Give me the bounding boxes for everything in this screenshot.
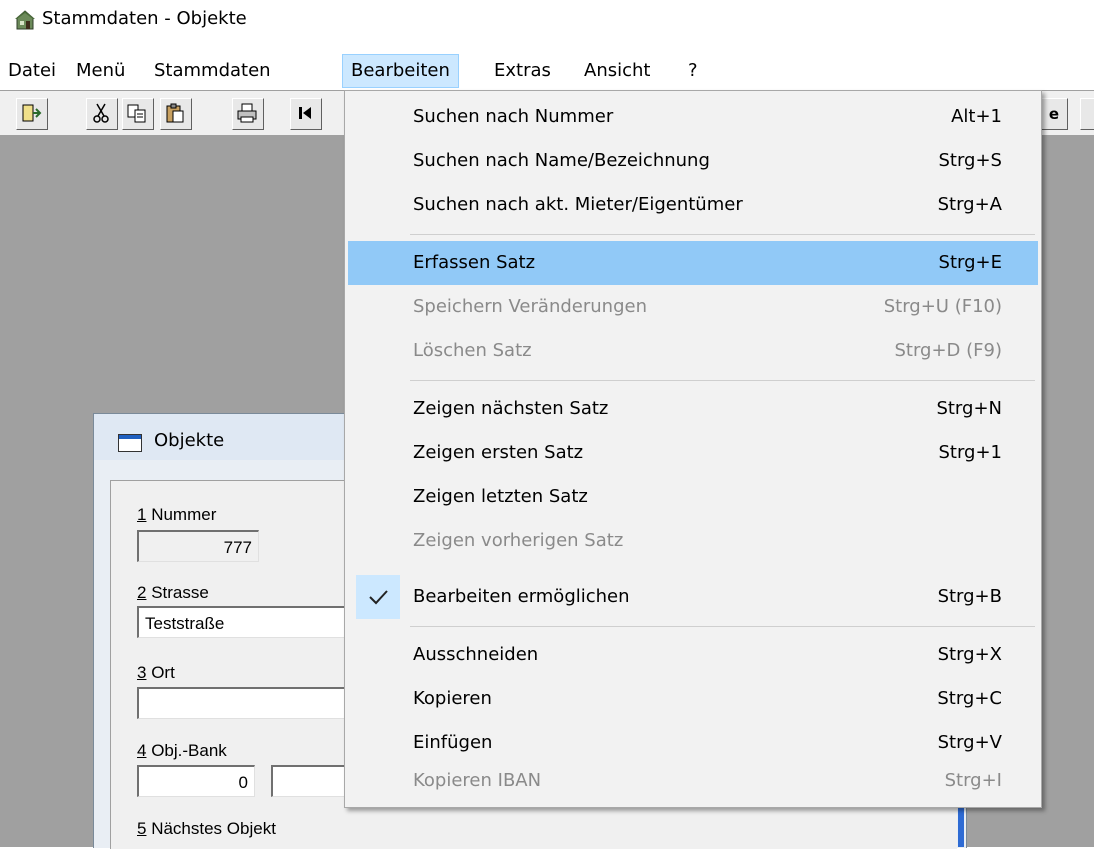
toolbar-partial-button-2[interactable] <box>1080 98 1094 130</box>
field-label-obj-bank: 4 Obj.-Bank <box>137 741 227 760</box>
menu-help[interactable]: ? <box>680 54 706 88</box>
menu-item-speichern[interactable]: Speichern Veränderungen Strg+U (F10) <box>348 285 1038 329</box>
objekte-window-title: Objekte <box>154 430 225 451</box>
menu-item-label: Suchen nach Nummer <box>413 106 614 127</box>
menu-menue[interactable]: Menü <box>68 54 133 88</box>
menu-item-suchen-name[interactable]: Suchen nach Name/Bezeichnung Strg+S <box>348 139 1038 183</box>
menu-separator <box>410 234 1035 235</box>
menu-extras[interactable]: Extras <box>486 54 559 88</box>
paste-icon <box>166 103 184 123</box>
copy-icon <box>127 104 146 123</box>
menu-item-label: Suchen nach Name/Bezeichnung <box>413 150 710 171</box>
print-icon <box>237 103 257 123</box>
menu-item-shortcut: Strg+I <box>944 770 1002 791</box>
menu-item-shortcut: Strg+D (F9) <box>894 340 1002 361</box>
menu-item-label: Ausschneiden <box>413 644 539 665</box>
menu-item-kopieren[interactable]: Kopieren Strg+C <box>348 677 1038 721</box>
menu-item-shortcut: Strg+E <box>938 252 1002 273</box>
menu-item-label: Zeigen vorherigen Satz <box>413 530 624 551</box>
menu-datei[interactable]: Datei <box>0 54 64 88</box>
menu-item-shortcut: Strg+U (F10) <box>883 296 1002 317</box>
menu-item-label: Erfassen Satz <box>413 252 536 273</box>
checkmark-icon <box>356 575 400 619</box>
copy-button[interactable] <box>122 98 154 130</box>
exit-button[interactable] <box>16 98 48 130</box>
field-label-nummer: 1 Nummer <box>137 505 217 524</box>
menu-bearbeiten[interactable]: Bearbeiten <box>342 54 459 88</box>
menu-item-suchen-nummer[interactable]: Suchen nach Nummer Alt+1 <box>348 95 1038 139</box>
menu-item-kopieren-iban[interactable]: Kopieren IBAN Strg+I <box>348 759 1038 803</box>
ort-field[interactable] <box>137 687 367 719</box>
bearbeiten-dropdown: Suchen nach Nummer Alt+1 Suchen nach Nam… <box>344 90 1042 808</box>
menu-item-shortcut: Strg+C <box>937 688 1002 709</box>
obj-bank-number-field[interactable]: 0 <box>137 765 255 797</box>
window-title: Stammdaten - Objekte <box>42 8 247 29</box>
menu-item-letzten-satz[interactable]: Zeigen letzten Satz <box>348 475 1038 519</box>
menu-item-loeschen[interactable]: Löschen Satz Strg+D (F9) <box>348 329 1038 373</box>
cut-button[interactable] <box>86 98 118 130</box>
menu-item-naechsten-satz[interactable]: Zeigen nächsten Satz Strg+N <box>348 387 1038 431</box>
menu-separator <box>410 380 1035 381</box>
menu-bar: Datei Menü Stammdaten Bearbeiten Extras … <box>0 54 1094 90</box>
menu-item-shortcut: Strg+A <box>937 194 1002 215</box>
menu-item-label: Kopieren IBAN <box>413 770 542 791</box>
menu-item-label: Zeigen nächsten Satz <box>413 398 609 419</box>
field-label-strasse: 2 Strasse <box>137 583 209 602</box>
window-icon <box>118 434 142 452</box>
menu-item-label: Speichern Veränderungen <box>413 296 647 317</box>
first-record-icon <box>299 107 311 119</box>
first-record-button[interactable] <box>290 98 322 130</box>
exit-icon <box>22 104 42 122</box>
menu-item-bearbeiten-ermoeglichen[interactable]: Bearbeiten ermöglichen Strg+B <box>348 575 1038 619</box>
menu-item-ersten-satz[interactable]: Zeigen ersten Satz Strg+1 <box>348 431 1038 475</box>
toolbar-partial-button[interactable]: e <box>1040 98 1068 130</box>
menu-item-suchen-mieter[interactable]: Suchen nach akt. Mieter/Eigentümer Strg+… <box>348 183 1038 227</box>
menu-item-shortcut: Strg+N <box>936 398 1002 419</box>
menu-item-shortcut: Strg+B <box>937 586 1002 607</box>
menu-item-vorherigen-satz[interactable]: Zeigen vorherigen Satz <box>348 519 1038 563</box>
nummer-field[interactable]: 777 <box>137 530 259 562</box>
paste-button[interactable] <box>160 98 192 130</box>
app-icon <box>15 10 35 30</box>
menu-item-label: Löschen Satz <box>413 340 532 361</box>
strasse-field[interactable]: Teststraße <box>137 606 367 638</box>
print-button[interactable] <box>232 98 264 130</box>
menu-item-label: Bearbeiten ermöglichen <box>413 586 630 607</box>
menu-separator <box>410 626 1035 627</box>
field-label-naechstes-objekt: 5 Nächstes Objekt <box>137 819 276 838</box>
field-label-ort: 3 Ort <box>137 663 175 682</box>
cut-icon <box>93 103 109 123</box>
menu-item-erfassen-satz[interactable]: Erfassen Satz Strg+E <box>348 241 1038 285</box>
menu-item-shortcut: Strg+S <box>938 150 1002 171</box>
menu-ansicht[interactable]: Ansicht <box>576 54 658 88</box>
menu-item-label: Kopieren <box>413 688 492 709</box>
menu-item-label: Suchen nach akt. Mieter/Eigentümer <box>413 194 743 215</box>
menu-item-shortcut: Strg+X <box>937 644 1002 665</box>
menu-item-label: Zeigen letzten Satz <box>413 486 588 507</box>
menu-item-shortcut: Alt+1 <box>951 106 1002 127</box>
menu-stammdaten[interactable]: Stammdaten <box>146 54 279 88</box>
menu-item-ausschneiden[interactable]: Ausschneiden Strg+X <box>348 633 1038 677</box>
menu-item-label: Zeigen ersten Satz <box>413 442 584 463</box>
title-bar: Stammdaten - Objekte <box>0 0 1094 40</box>
menu-item-shortcut: Strg+1 <box>938 442 1002 463</box>
